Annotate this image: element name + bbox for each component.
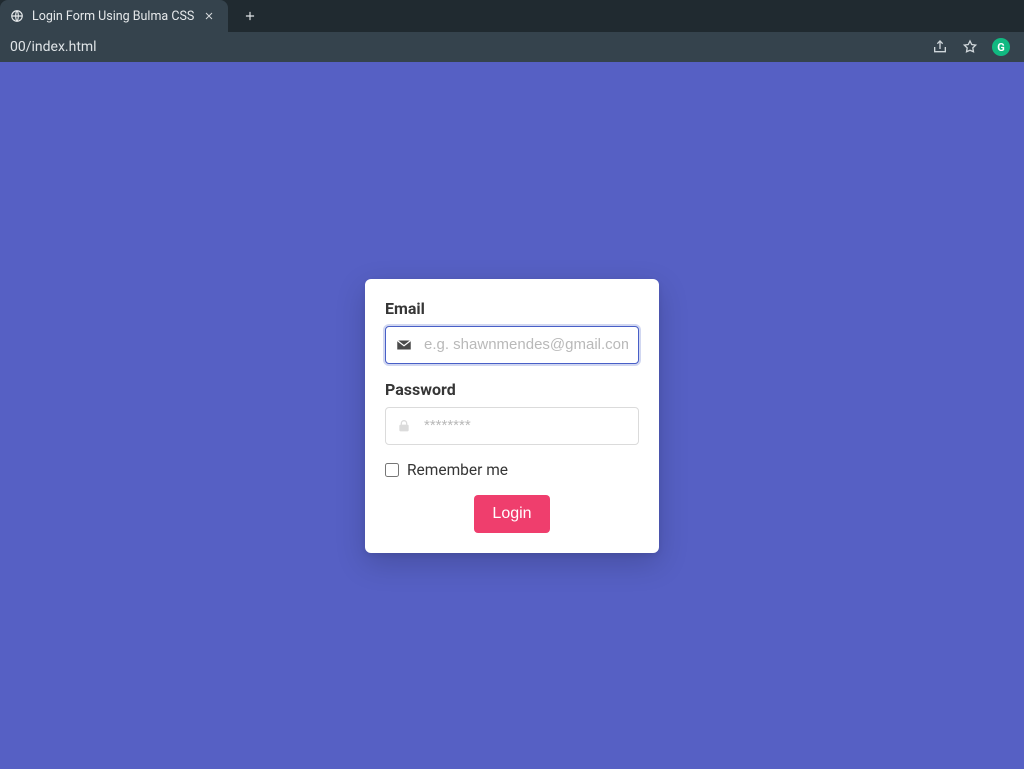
password-input[interactable] [385, 407, 639, 445]
new-tab-button[interactable] [236, 2, 264, 30]
remember-me-row[interactable]: Remember me [385, 461, 639, 479]
email-input[interactable] [385, 326, 639, 364]
password-label: Password [385, 380, 639, 399]
share-icon[interactable] [932, 39, 948, 55]
globe-icon [10, 9, 24, 23]
address-actions: G [932, 38, 1016, 56]
address-text: 00/index.html [8, 39, 932, 55]
remember-me-label: Remember me [407, 461, 508, 479]
envelope-icon [395, 336, 413, 354]
login-card: Email Password Remember me [365, 279, 659, 553]
password-control [385, 407, 639, 445]
email-control [385, 326, 639, 364]
bookmark-star-icon[interactable] [962, 39, 978, 55]
tab-title: Login Form Using Bulma CSS [32, 9, 194, 24]
lock-icon [395, 417, 413, 435]
login-button[interactable]: Login [474, 495, 549, 533]
browser-tab[interactable]: Login Form Using Bulma CSS [0, 0, 228, 32]
remember-me-checkbox[interactable] [385, 463, 399, 477]
email-label: Email [385, 299, 639, 318]
tab-strip: Login Form Using Bulma CSS [0, 0, 1024, 32]
close-tab-icon[interactable] [202, 9, 216, 23]
button-row: Login [385, 495, 639, 533]
address-bar[interactable]: 00/index.html G [0, 32, 1024, 62]
browser-chrome: Login Form Using Bulma CSS 00/index.html [0, 0, 1024, 62]
page-background: Email Password Remember me [0, 62, 1024, 769]
extension-badge[interactable]: G [992, 38, 1010, 56]
